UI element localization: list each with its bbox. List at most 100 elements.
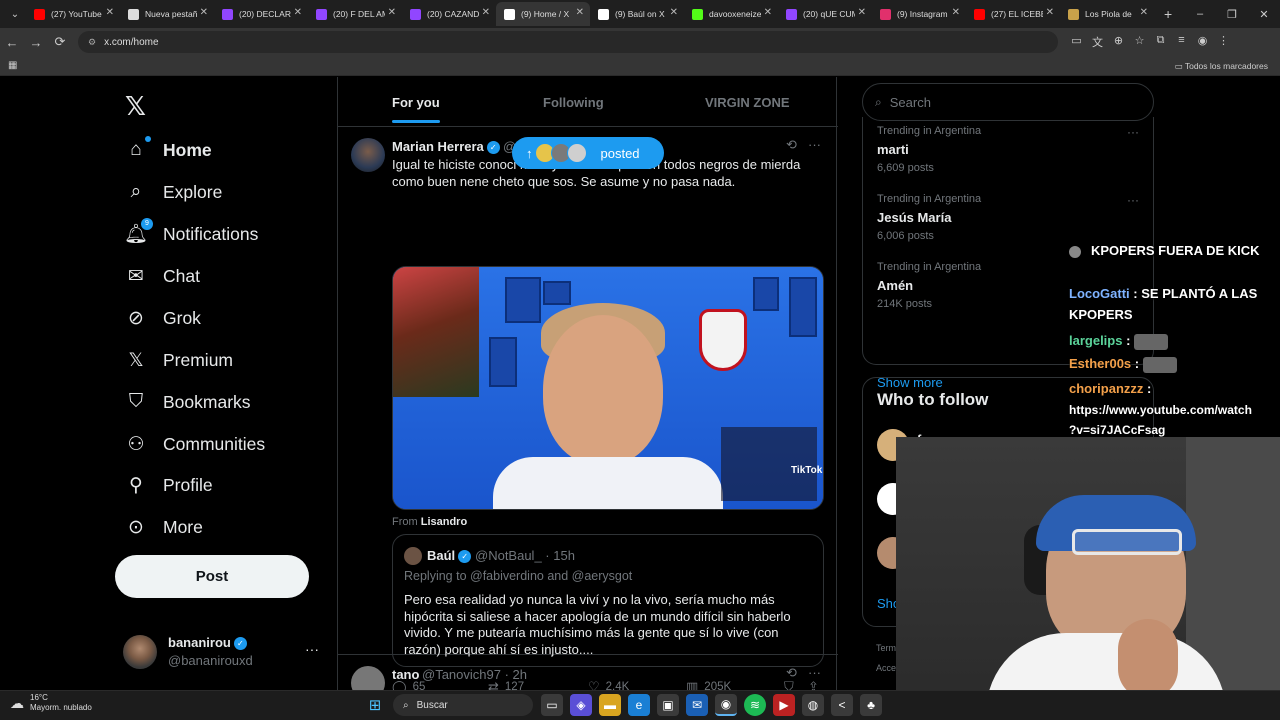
avatar[interactable] — [351, 138, 385, 172]
sidebar-item-home[interactable]: ⌂ Home — [123, 135, 212, 165]
quote-author: Baúl ✓ — [427, 548, 472, 564]
post-button[interactable]: Post — [115, 555, 309, 598]
close-tab-icon[interactable]: ✕ — [952, 7, 960, 18]
trend-item[interactable]: Trending in Argentina Jesús María 6,006 po… — [877, 193, 1147, 242]
grok-icon[interactable]: ⟲ — [786, 665, 797, 681]
browser-tab[interactable]: (9) Instagram ✕ — [872, 2, 966, 26]
outlook-icon[interactable]: ✉ — [686, 694, 708, 716]
from-name[interactable]: Lisandro — [421, 516, 467, 528]
browser-tab[interactable]: (27) YouTube ✕ — [26, 2, 120, 26]
search-input[interactable]: ⌕ Search — [862, 83, 1154, 121]
sidebar-item-bookmarks[interactable]: ⛉ Bookmarks — [123, 387, 251, 417]
browser-tab[interactable]: davooxeneize ✕ — [684, 2, 778, 26]
quoted-tweet[interactable]: Baúl ✓ @NotBaul_ · 15h Replying to @fabiv… — [392, 534, 824, 667]
app-icon[interactable]: ♣ — [860, 694, 882, 716]
apps-grid-icon[interactable]: ▦ — [8, 60, 17, 71]
sidebar-item-communities[interactable]: ⚇ Communities — [123, 429, 265, 459]
taskbar-search[interactable]: ⌕ Buscar — [393, 694, 533, 716]
new-tab-button[interactable]: + — [1164, 6, 1172, 22]
close-tab-icon[interactable]: ✕ — [576, 7, 584, 18]
sidebar-item-premium[interactable]: 𝕏 Premium — [123, 345, 233, 375]
tweet-handle[interactable]: @Tanovich97 · 2h — [422, 667, 527, 682]
close-tab-icon[interactable]: ✕ — [1140, 7, 1148, 18]
browser-tab[interactable]: Nueva pestaña ✕ — [120, 2, 214, 26]
browser-tab[interactable]: (9) Home / X ✕ — [496, 2, 590, 26]
streaming-app-icon[interactable]: ▶ — [773, 694, 795, 716]
sidebar-item-grok[interactable]: ⊘ Grok — [123, 303, 201, 333]
obs-icon[interactable]: ◍ — [802, 694, 824, 716]
bookmark-star-icon[interactable]: ☆ — [1129, 34, 1150, 50]
tweet-video[interactable]: TikTok — [392, 266, 824, 510]
tweet-more-icon[interactable]: ··· — [808, 665, 821, 680]
close-window-button[interactable]: ✕ — [1248, 8, 1280, 21]
task-view-icon[interactable]: ▭ — [541, 694, 563, 716]
browser-tab[interactable]: Los Piola de ✕ — [1060, 2, 1154, 26]
extensions-icon[interactable]: ⧉ — [1150, 34, 1171, 50]
site-info-icon[interactable]: ⚙ — [88, 37, 96, 48]
edge-icon[interactable]: e — [628, 694, 650, 716]
trend-more-icon[interactable]: ··· — [1127, 193, 1139, 207]
forward-button[interactable]: → — [24, 35, 48, 50]
profile-icon[interactable]: ◉ — [1192, 34, 1213, 50]
new-posts-pill[interactable]: ↑ posted — [512, 137, 664, 169]
browser-tab[interactable]: (20) qUE CUMPLE✕ — [778, 2, 872, 26]
spotify-icon[interactable]: ≋ — [744, 694, 766, 716]
close-tab-icon[interactable]: ✕ — [200, 7, 208, 18]
sidebar-item-profile[interactable]: ⚲ Profile — [123, 470, 213, 500]
terms-link[interactable]: Term — [876, 643, 896, 653]
browser-tab[interactable]: (20) F DEL AMOR✕ — [308, 2, 402, 26]
close-tab-icon[interactable]: ✕ — [482, 7, 490, 18]
browser-tab[interactable]: (27) EL ICEBERG✕ — [966, 2, 1060, 26]
cast-icon[interactable]: ▭ — [1066, 34, 1087, 50]
address-bar-row: ← → ⟳ ⚙ x.com/home ▭ 文 ⊕ ☆ ⧉ ≡ ◉ ⋮ — [0, 28, 1280, 56]
tweet-author[interactable]: Marian Herrera ✓ — [392, 139, 500, 155]
all-bookmarks-folder[interactable]: ▭ Todos los marcadores — [1175, 61, 1268, 72]
close-tab-icon[interactable]: ✕ — [106, 7, 114, 18]
chrome-icon[interactable]: ◉ — [715, 694, 737, 716]
account-more-icon[interactable]: ··· — [305, 641, 319, 657]
accessibility-link[interactable]: Acce — [876, 663, 896, 673]
file-explorer-icon[interactable]: ▬ — [599, 694, 621, 716]
omnibox[interactable]: ⚙ x.com/home — [78, 31, 1058, 53]
menu-icon[interactable]: ⋮ — [1213, 34, 1234, 50]
close-tab-icon[interactable]: ✕ — [1046, 7, 1054, 18]
translate-icon[interactable]: 文 — [1087, 34, 1108, 50]
close-tab-icon[interactable]: ✕ — [388, 7, 396, 18]
sidebar-item-explore[interactable]: ⌕ Explore — [123, 177, 223, 207]
close-tab-icon[interactable]: ✕ — [764, 7, 772, 18]
close-tab-icon[interactable]: ✕ — [858, 7, 866, 18]
sidebar-item-more[interactable]: ⊙ More — [123, 512, 203, 542]
copilot-icon[interactable]: ◈ — [570, 694, 592, 716]
windows-start-icon[interactable]: ⊞ — [364, 694, 386, 716]
sidebar-item-chat[interactable]: ✉ Chat — [123, 261, 200, 291]
browser-tab[interactable]: (20) CAZANDO✕ — [402, 2, 496, 26]
app-icon[interactable]: < — [831, 694, 853, 716]
weather-widget[interactable]: ☁ 16°C Mayorm. nublado — [10, 693, 92, 713]
account-switcher[interactable]: bananirou ✓ @bananirouxd ··· — [123, 633, 323, 673]
reload-button[interactable]: ⟳ — [48, 34, 72, 50]
tweet[interactable]: tano @Tanovich97 · 2h ⟲ ··· — [338, 655, 838, 690]
tweet-author-name[interactable]: tano — [392, 667, 419, 682]
avatar[interactable] — [351, 666, 385, 690]
reading-list-icon[interactable]: ≡ — [1171, 34, 1192, 50]
tweet[interactable]: Marian Herrera ✓ @ ⟲ ··· Igual te hiciste… — [338, 127, 838, 690]
close-tab-icon[interactable]: ✕ — [294, 7, 302, 18]
zoom-icon[interactable]: ⊕ — [1108, 34, 1129, 50]
browser-tab[interactable]: (9) Baúl on X ✕ — [590, 2, 684, 26]
tab-following[interactable]: Following — [543, 95, 604, 110]
tab-search-button[interactable]: ⌄ — [4, 4, 26, 24]
store-icon[interactable]: ▣ — [657, 694, 679, 716]
minimize-button[interactable]: – — [1184, 8, 1216, 20]
maximize-button[interactable]: ❐ — [1216, 8, 1248, 21]
tab-for-you[interactable]: For you — [392, 95, 440, 123]
tweet-more-icon[interactable]: ··· — [808, 137, 821, 152]
trend-item[interactable]: Trending in Argentina marti 6,609 posts ··· — [877, 125, 1147, 174]
browser-tab[interactable]: (20) DECLARACIONES✕ — [214, 2, 308, 26]
sidebar-item-notifications[interactable]: 🔔︎ 9 Notifications — [123, 218, 258, 249]
trend-more-icon[interactable]: ··· — [1127, 125, 1139, 139]
back-button[interactable]: ← — [0, 35, 24, 50]
close-tab-icon[interactable]: ✕ — [670, 7, 678, 18]
grok-icon[interactable]: ⟲ — [786, 137, 797, 153]
x-logo-icon[interactable]: 𝕏 — [125, 91, 146, 122]
tab-virgin-zone[interactable]: VIRGIN ZONE — [705, 95, 790, 110]
